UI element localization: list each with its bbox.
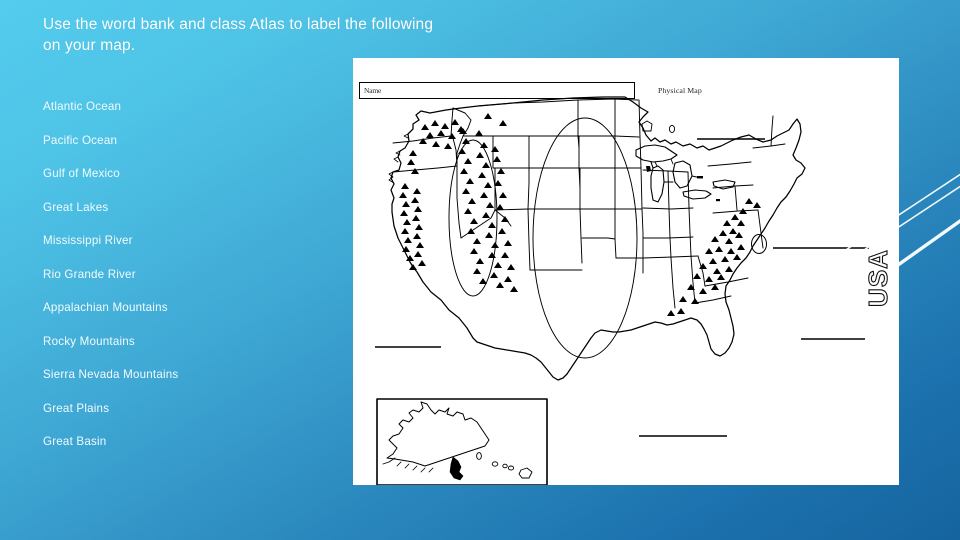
list-item: Mississippi River <box>43 234 133 247</box>
list-item: Gulf of Mexico <box>43 167 120 180</box>
us-physical-map <box>375 96 869 485</box>
list-item: Rocky Mountains <box>43 334 135 348</box>
usa-wordart: USA <box>863 228 897 328</box>
state-boundaries-plains <box>577 98 644 274</box>
map-artifact-outlines <box>641 120 676 134</box>
state-boundaries-east <box>642 115 786 309</box>
great-lakes-outlines <box>635 144 736 203</box>
alaska-hawaii-inset <box>376 398 548 485</box>
cascade-range-symbols <box>407 119 467 174</box>
list-item: Great Lakes <box>43 200 109 214</box>
list-item: Atlantic Ocean <box>43 100 122 113</box>
word-bank-list: Atlantic Ocean Pacific Ocean Gulf of Mex… <box>43 100 323 469</box>
page-title: Use the word bank and class Atlas to lab… <box>43 14 513 56</box>
list-item: Great Plains <box>43 401 110 415</box>
usa-wordart-text: USA <box>863 249 893 307</box>
list-item: Sierra Nevada Mountains <box>43 368 179 381</box>
worksheet-image: Name Physical Map <box>353 58 899 485</box>
rocky-mountains-symbols <box>457 113 518 292</box>
list-item: Great Basin <box>43 435 107 448</box>
hawaii-islands <box>476 452 533 479</box>
list-item: Appalachian Mountains <box>43 301 168 314</box>
slide-canvas: Use the word bank and class Atlas to lab… <box>0 0 960 540</box>
list-item: Pacific Ocean <box>43 133 118 147</box>
sierra-nevada-symbols <box>399 183 426 270</box>
page-title-line-2: on your map. <box>43 37 136 54</box>
list-item: Rio Grande River <box>43 267 136 281</box>
alaska-outline <box>386 401 490 467</box>
aleutian-islands <box>382 457 434 473</box>
alaska-panhandle <box>449 456 464 481</box>
page-title-line-1: Use the word bank and class Atlas to lab… <box>43 16 434 33</box>
